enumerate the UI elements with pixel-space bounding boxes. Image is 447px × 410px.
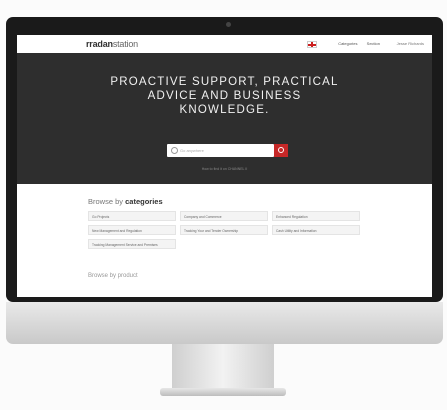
website-screen: rradanstation Categories Section Jesse R… [17,35,432,297]
monitor-stand-neck [172,344,274,390]
site-logo[interactable]: rradanstation [86,39,138,49]
language-flag-icon[interactable] [307,41,317,48]
site-header: rradanstation Categories Section Jesse R… [17,35,432,54]
nav-item-section[interactable]: Section [367,41,380,46]
category-item[interactable]: Tracking Management Service and Premises [88,239,176,249]
category-item[interactable]: Go Projects [88,211,176,221]
monitor-stand-foot [160,388,286,396]
monitor-scene: rradanstation Categories Section Jesse R… [0,0,447,410]
category-item[interactable]: New Management and Regulation [88,225,176,235]
hero-headline: PROACTIVE SUPPORT, PRACTICAL ADVICE AND … [110,76,339,116]
search-icon [171,147,178,154]
product-section-title: Browse by product [88,273,138,279]
search-placeholder: Go anywhere [180,148,204,153]
category-item[interactable]: Company and Commerce [180,211,268,221]
user-account-link[interactable]: Jesse Richards [397,41,424,46]
categories-section: Browse by categories Go Projects Company… [17,184,432,297]
categories-title: Browse by categories [88,197,163,206]
search-icon [278,147,284,153]
nav-item-categories[interactable]: Categories [338,41,357,46]
category-item[interactable]: Cash Utility and Information [272,225,360,235]
search-hint[interactable]: How to find it on CHANNEL II [17,167,432,171]
category-item[interactable]: Tracking Your and Tender Ownership [180,225,268,235]
search-input[interactable]: Go anywhere [167,144,274,157]
monitor-chin [6,302,443,344]
search-button[interactable] [274,144,288,157]
hero-banner: PROACTIVE SUPPORT, PRACTICAL ADVICE AND … [17,53,432,184]
camera-icon [226,22,231,27]
category-item[interactable]: Enhanced Regulation [272,211,360,221]
main-nav: Categories Section [330,41,380,46]
